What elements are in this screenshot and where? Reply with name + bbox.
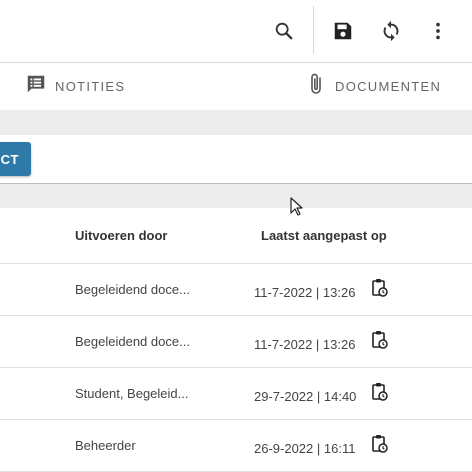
section-band xyxy=(0,184,472,208)
search-icon[interactable] xyxy=(270,17,298,45)
tab-bar: NOTITIES DOCUMENTEN xyxy=(0,63,472,109)
last-modified-cell: 11-7-2022 | 13:26 xyxy=(254,285,356,300)
action-button[interactable]: CT xyxy=(0,142,31,176)
notes-icon xyxy=(25,73,47,100)
clipboard-clock-icon[interactable] xyxy=(371,434,389,459)
clipboard-clock-icon[interactable] xyxy=(371,330,389,355)
last-modified-cell: 29-7-2022 | 14:40 xyxy=(254,389,357,404)
more-vert-icon[interactable] xyxy=(424,17,452,45)
toolbar xyxy=(0,0,472,63)
performed-by-cell: Begeleidend doce... xyxy=(75,334,190,349)
table-row[interactable]: Begeleidend doce... 11-7-2022 | 13:26 xyxy=(0,316,472,368)
save-icon[interactable] xyxy=(329,17,357,45)
paperclip-icon xyxy=(307,72,327,101)
table-header: Uitvoeren door Laatst aangepast op xyxy=(0,208,472,264)
tab-documenten[interactable]: DOCUMENTEN xyxy=(307,63,441,109)
sync-icon[interactable] xyxy=(377,17,405,45)
tab-notities[interactable]: NOTITIES xyxy=(25,63,125,109)
action-panel: CT xyxy=(0,135,472,184)
last-modified-cell: 26-9-2022 | 16:11 xyxy=(254,441,356,456)
last-modified-cell: 11-7-2022 | 13:26 xyxy=(254,337,356,352)
performed-by-cell: Student, Begeleid... xyxy=(75,386,189,401)
table-row[interactable]: Student, Begeleid... 29-7-2022 | 14:40 xyxy=(0,368,472,420)
mouse-cursor-icon xyxy=(290,197,304,222)
section-band xyxy=(0,110,472,135)
table-row[interactable]: Beheerder 26-9-2022 | 16:11 xyxy=(0,420,472,472)
column-header-last-modified[interactable]: Laatst aangepast op xyxy=(261,228,387,243)
tab-label: NOTITIES xyxy=(55,78,126,94)
clipboard-clock-icon[interactable] xyxy=(371,278,389,303)
toolbar-divider xyxy=(313,6,314,54)
performed-by-cell: Begeleidend doce... xyxy=(75,282,190,297)
column-header-performed-by[interactable]: Uitvoeren door xyxy=(75,228,167,243)
table-row[interactable]: Begeleidend doce... 11-7-2022 | 13:26 xyxy=(0,264,472,316)
tasks-table: Uitvoeren door Laatst aangepast op Begel… xyxy=(0,208,472,472)
tab-label: DOCUMENTEN xyxy=(335,78,442,94)
clipboard-clock-icon[interactable] xyxy=(371,382,389,407)
